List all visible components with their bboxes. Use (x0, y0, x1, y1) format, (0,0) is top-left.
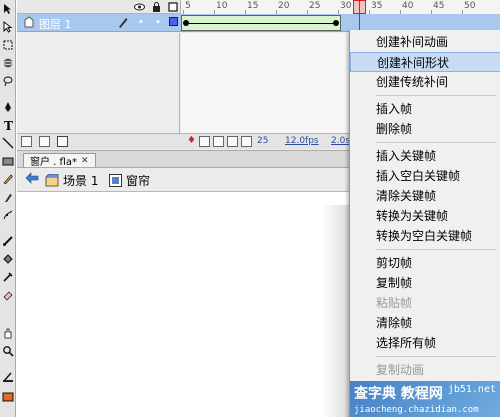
edit-multiple-frames-icon[interactable] (227, 136, 238, 147)
text-tool-icon[interactable]: T (1, 118, 15, 132)
breadcrumb-symbol[interactable]: 窗帘 (109, 172, 150, 189)
menu-item[interactable]: 清除帧 (350, 313, 500, 333)
frame-rate[interactable]: 12.0fps (285, 136, 319, 146)
lock-icon[interactable] (150, 1, 162, 13)
elapsed-time: 2.0s (331, 136, 351, 146)
menu-separator (376, 142, 496, 143)
paint-bucket-tool-icon[interactable] (1, 252, 15, 266)
ruler-tick-label: 15 (247, 1, 259, 11)
onion-markers-icon[interactable] (241, 136, 252, 147)
back-arrow-icon[interactable] (25, 172, 39, 184)
scene-icon (45, 174, 59, 187)
menu-item[interactable]: 插入空白关键帧 (350, 166, 500, 186)
brush-tool-icon[interactable] (1, 190, 15, 204)
frame-context-menu: 创建补间动画 创建补间形状 创建传统补间 插入帧 删除帧插入关键帧 插入空白关键帧 清除关键… (349, 30, 500, 417)
menu-item[interactable]: 转换为空白关键帧 (350, 226, 500, 246)
menu-item[interactable]: 插入关键帧 (350, 146, 500, 166)
svg-text:T: T (4, 119, 13, 131)
breadcrumb-scene[interactable]: 场景 1 (45, 172, 98, 189)
menu-item[interactable]: 创建传统补间 (350, 72, 500, 92)
tools-panel: T (0, 0, 16, 417)
menu-item[interactable]: 创建补间形状 (350, 52, 500, 72)
menu-item[interactable]: 插入帧 (350, 99, 500, 119)
watermark-title: 查字典 教程网 (354, 386, 443, 402)
pencil-tool-icon[interactable] (1, 172, 15, 186)
menu-item[interactable]: 清除关键帧 (350, 186, 500, 206)
new-layer-icon[interactable] (21, 136, 32, 147)
hand-tool-icon[interactable] (1, 326, 15, 340)
movieclip-icon (109, 174, 122, 187)
ruler-tick-label: 50 (464, 1, 476, 11)
3d-rotation-tool-icon[interactable] (1, 56, 15, 70)
menu-separator (376, 249, 496, 250)
current-frame: 25 (257, 136, 269, 146)
deco-tool-icon[interactable] (1, 208, 15, 222)
bone-tool-icon[interactable] (1, 234, 15, 248)
outline-color-swatch[interactable] (169, 17, 178, 29)
stroke-color-icon[interactable] (1, 370, 15, 384)
ruler-tick-label: 30 (340, 1, 352, 11)
layer-type-icon (23, 16, 35, 31)
onion-skin-icon[interactable] (199, 136, 210, 147)
zoom-tool-icon[interactable] (1, 344, 15, 358)
symbol-label: 窗帘 (126, 174, 151, 188)
eyedropper-tool-icon[interactable] (1, 270, 15, 284)
end-keyframe[interactable] (333, 20, 339, 26)
scene-label: 场景 1 (63, 174, 99, 188)
timeline-header: 5 10 15 20 25 30 35 40 45 50 (17, 0, 500, 14)
free-transform-tool-icon[interactable] (1, 38, 15, 52)
menu-item[interactable]: 剪切帧 (350, 253, 500, 273)
lasso-tool-icon[interactable] (1, 74, 15, 88)
ruler-tick-label: 25 (309, 1, 321, 11)
ruler-tick-label: 5 (185, 1, 191, 11)
frame-ruler[interactable]: 5 10 15 20 25 30 35 40 45 50 (180, 0, 500, 14)
visibility-dot[interactable]: • (138, 17, 144, 28)
eye-icon[interactable] (133, 1, 145, 13)
ruler-tick-label: 45 (433, 1, 445, 11)
onion-outline-icon[interactable] (213, 136, 224, 147)
menu-separator (376, 356, 496, 357)
pencil-icon (117, 15, 129, 32)
center-frame-icon[interactable]: ♦ (187, 135, 196, 146)
menu-separator (376, 95, 496, 96)
ruler-tick-label: 10 (216, 1, 228, 11)
new-folder-icon[interactable] (39, 136, 50, 147)
menu-item: 复制动画 (376, 363, 425, 377)
menu-item[interactable]: 选择所有帧 (350, 333, 500, 353)
layer-name[interactable]: 图层 1 (39, 16, 72, 32)
menu-item: 粘贴帧 (376, 296, 413, 310)
line-tool-icon[interactable] (1, 136, 15, 150)
eraser-tool-icon[interactable] (1, 288, 15, 302)
document-tab-label: 窗户 . fla* (30, 157, 77, 168)
document-tab[interactable]: 窗户 . fla* ✕ (23, 153, 96, 168)
pen-tool-icon[interactable] (1, 100, 15, 114)
layer-list-empty-area (17, 33, 180, 133)
watermark-site: jb51.net (447, 384, 496, 395)
outline-icon[interactable] (167, 1, 179, 13)
ruler-tick-label: 35 (371, 1, 383, 11)
selection-tool-icon[interactable] (1, 2, 15, 16)
close-icon[interactable]: ✕ (81, 156, 89, 166)
delete-layer-icon[interactable] (57, 136, 68, 147)
rectangle-tool-icon[interactable] (1, 154, 15, 168)
menu-item[interactable]: 复制帧 (350, 273, 500, 293)
tween-arrow (186, 23, 336, 24)
watermark-url: jiaocheng.chazidian.com (354, 405, 479, 415)
tween-frame-span[interactable] (181, 15, 341, 31)
menu-item[interactable]: 删除帧 (350, 119, 500, 139)
fill-color-icon[interactable] (1, 390, 15, 404)
site-watermark: 查字典 教程网 jb51.net jiaocheng.chazidian.com (350, 381, 500, 417)
menu-item[interactable]: 创建补间动画 (350, 32, 500, 52)
lock-dot[interactable]: • (155, 17, 161, 28)
menu-item[interactable]: 转换为关键帧 (350, 206, 500, 226)
subselection-tool-icon[interactable] (1, 20, 15, 34)
ruler-tick-label: 20 (278, 1, 290, 11)
ruler-tick-label: 40 (402, 1, 414, 11)
